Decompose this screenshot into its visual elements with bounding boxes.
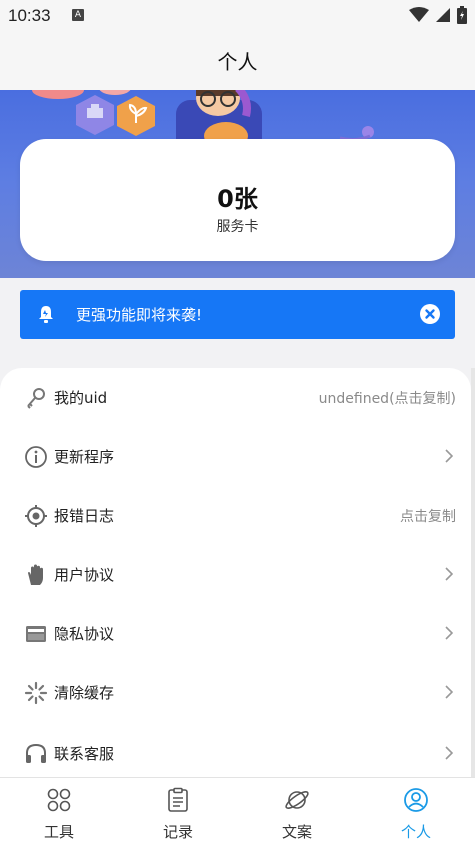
- menu-item-label: 我的uid: [54, 389, 108, 407]
- menu-item-privacy[interactable]: 隐私协议: [0, 604, 471, 663]
- chevron-right-icon: [445, 626, 453, 640]
- menu-item-uid[interactable]: 我的uid undefined(点击复制): [0, 368, 471, 427]
- grid-icon: [47, 788, 71, 812]
- info-icon: [25, 446, 47, 468]
- battery-icon: [457, 6, 467, 24]
- menu-item-label: 用户协议: [54, 566, 115, 584]
- bell-icon: [39, 306, 53, 323]
- close-icon[interactable]: [420, 304, 440, 324]
- service-card[interactable]: 0张 服务卡: [20, 139, 455, 261]
- tab-label: 文案: [281, 823, 312, 841]
- status-bar: 10:33 A: [0, 0, 475, 32]
- clipboard-icon: [168, 787, 188, 812]
- settings-menu: 我的uid undefined(点击复制) 更新程序 报错日志 点击复制 用户协…: [0, 368, 471, 778]
- chevron-right-icon: [445, 567, 453, 581]
- bottom-tab-bar: 工具 记录 文案 个人: [0, 777, 475, 845]
- menu-item-label: 报错日志: [54, 507, 115, 525]
- user-icon: [404, 788, 428, 812]
- menu-item-label: 清除缓存: [54, 684, 115, 702]
- planet-icon: [285, 791, 309, 809]
- notice-text: 更强功能即将来袭!: [76, 306, 203, 324]
- chevron-right-icon: [445, 685, 453, 699]
- chevron-right-icon: [445, 746, 453, 760]
- menu-item-label: 联系客服: [54, 745, 115, 763]
- notice-bar: 更强功能即将来袭!: [20, 290, 455, 339]
- tab-label: 个人: [400, 823, 431, 841]
- top-header: 个人: [0, 32, 475, 90]
- tab-copywriting[interactable]: 文案: [238, 778, 356, 845]
- key-icon: [27, 388, 45, 409]
- service-card-label: 服务卡: [216, 219, 259, 235]
- menu-item-error-log[interactable]: 报错日志 点击复制: [0, 486, 471, 545]
- menu-item-user-agreement[interactable]: 用户协议: [0, 545, 471, 604]
- service-card-count: 0张: [217, 185, 258, 213]
- menu-item-update[interactable]: 更新程序: [0, 427, 471, 486]
- target-icon: [25, 505, 47, 527]
- chevron-right-icon: [445, 449, 453, 463]
- menu-item-value: undefined(点击复制): [318, 391, 456, 407]
- menu-item-label: 更新程序: [54, 448, 115, 466]
- tab-profile[interactable]: 个人: [357, 778, 475, 845]
- status-time: 10:33: [8, 6, 51, 25]
- headset-icon: [26, 743, 46, 763]
- signal-icon: [436, 8, 450, 22]
- loading-icon: [24, 681, 48, 705]
- wifi-icon: [409, 7, 429, 22]
- status-icons: [409, 6, 467, 24]
- menu-item-clear-cache[interactable]: 清除缓存: [0, 663, 471, 722]
- menu-item-customer-service[interactable]: 联系客服: [0, 724, 471, 778]
- tab-records[interactable]: 记录: [119, 778, 237, 845]
- notification-badge: A: [72, 9, 84, 21]
- tab-label: 记录: [162, 823, 193, 841]
- tab-label: 工具: [43, 823, 74, 841]
- hand-icon: [28, 564, 43, 585]
- tab-tools[interactable]: 工具: [0, 778, 118, 845]
- page-title: 个人: [217, 50, 258, 74]
- envelope-icon: [26, 626, 46, 642]
- scrollbar[interactable]: [471, 368, 475, 778]
- menu-item-label: 隐私协议: [54, 625, 115, 643]
- menu-item-value: 点击复制: [400, 509, 456, 525]
